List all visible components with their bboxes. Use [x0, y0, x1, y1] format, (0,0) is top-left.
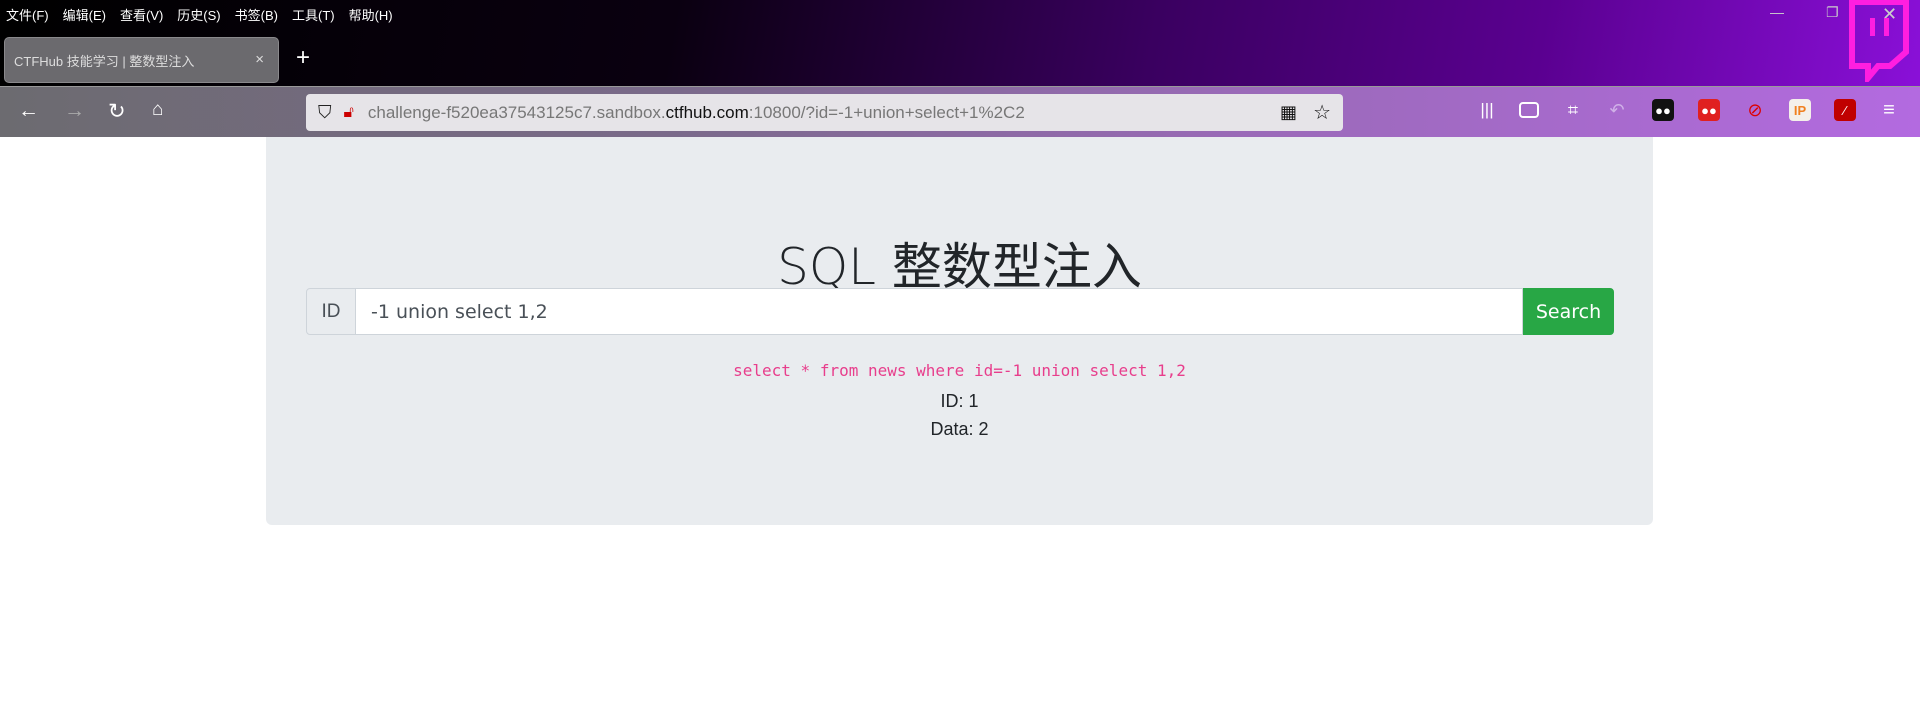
- insecure-lock-icon[interactable]: 🔓︎: [344, 104, 354, 122]
- forward-icon[interactable]: →: [64, 99, 85, 123]
- id-input[interactable]: [356, 288, 1523, 335]
- home-icon[interactable]: ⌂: [152, 99, 163, 121]
- search-button[interactable]: Search: [1523, 288, 1614, 335]
- twitch-logo-icon: [1849, 0, 1909, 82]
- url-bar[interactable]: ⛉ 🔓︎ challenge-f520ea37543125c7.sandbox.…: [306, 94, 1343, 131]
- tab-close-icon[interactable]: ×: [255, 51, 264, 68]
- search-form: ID Search: [306, 288, 1614, 335]
- tab-active[interactable]: CTFHub 技能学习 | 整数型注入 ×: [4, 37, 279, 83]
- library-icon[interactable]: |||: [1476, 99, 1498, 121]
- ghostery-icon[interactable]: ●●: [1652, 99, 1674, 121]
- bookmark-star-icon[interactable]: ☆: [1313, 100, 1331, 125]
- menu-history[interactable]: 历史(S): [177, 5, 220, 24]
- url-text[interactable]: challenge-f520ea37543125c7.sandbox.ctfhu…: [368, 103, 1025, 123]
- ip-icon[interactable]: IP: [1789, 99, 1811, 121]
- hamburger-menu-icon[interactable]: ≡: [1878, 99, 1900, 121]
- shield-icon[interactable]: ⛉: [318, 102, 332, 123]
- menu-bookmarks[interactable]: 书签(B): [235, 5, 278, 24]
- menu-tools[interactable]: 工具(T): [292, 5, 335, 24]
- menu-edit[interactable]: 编辑(E): [63, 5, 106, 24]
- wizard-icon[interactable]: ⁄: [1834, 99, 1856, 121]
- reload-icon[interactable]: ↻: [108, 99, 126, 124]
- minimize-icon[interactable]: —: [1770, 4, 1784, 20]
- menu-help[interactable]: 帮助(H): [349, 5, 393, 24]
- tab-title: CTFHub 技能学习 | 整数型注入: [14, 53, 195, 69]
- undo-icon[interactable]: ↶: [1606, 99, 1628, 121]
- sidebar-icon[interactable]: [1519, 102, 1539, 118]
- browser-titlebar: 文件(F) 编辑(E) 查看(V) 历史(S) 书签(B) 工具(T) 帮助(H…: [0, 0, 1920, 86]
- navigation-toolbar: ← → ↻ ⌂ ⛉ 🔓︎ challenge-f520ea37543125c7.…: [0, 86, 1920, 137]
- noscript-icon[interactable]: ⊘: [1744, 99, 1766, 121]
- result-data: Data: 2: [930, 419, 989, 439]
- menu-bar: 文件(F) 编辑(E) 查看(V) 历史(S) 书签(B) 工具(T) 帮助(H…: [6, 0, 393, 28]
- jumbotron: SQL 整数型注入 ID Search select * from news w…: [266, 137, 1653, 525]
- crop-icon[interactable]: ⌗: [1562, 99, 1584, 121]
- tampermonkey-icon[interactable]: ●●: [1698, 99, 1720, 121]
- back-icon[interactable]: ←: [18, 99, 39, 123]
- menu-view[interactable]: 查看(V): [120, 5, 163, 24]
- qr-code-icon[interactable]: ▦: [1280, 102, 1297, 123]
- restore-icon[interactable]: ❐: [1826, 4, 1839, 21]
- new-tab-button[interactable]: +: [296, 44, 310, 72]
- result-id: ID: 1: [940, 391, 979, 411]
- menu-file[interactable]: 文件(F): [6, 5, 49, 24]
- id-label: ID: [306, 288, 356, 335]
- sql-query: select * from news where id=-1 union sel…: [733, 361, 1186, 380]
